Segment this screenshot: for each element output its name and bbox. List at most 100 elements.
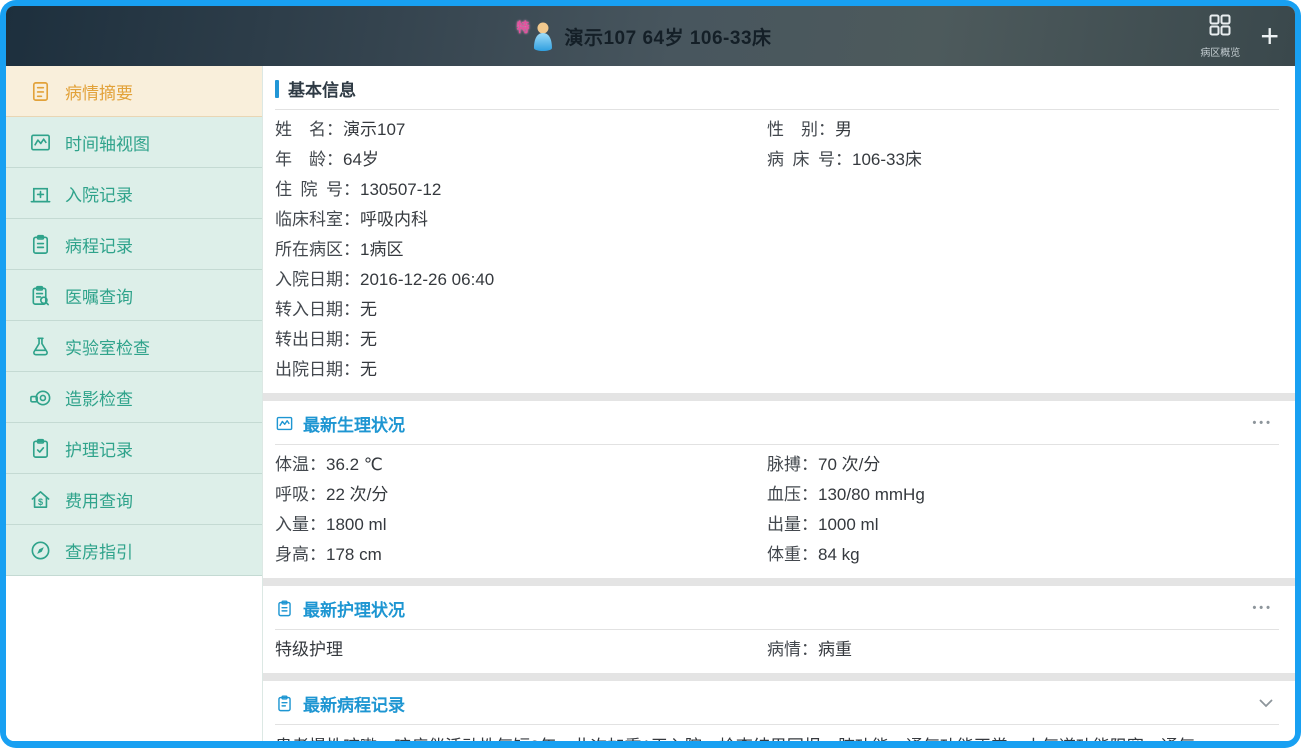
- field-value: 106-33床: [852, 150, 922, 169]
- sidebar-item-label: 医嘱查询: [65, 283, 133, 308]
- sidebar-item-rounds-guide[interactable]: 查房指引: [6, 525, 262, 576]
- clipboard-icon: [29, 233, 52, 256]
- nursing-header: 最新护理状况 •••: [275, 586, 1279, 630]
- field-row: 转出日期：无: [275, 325, 1279, 355]
- case-summary-icon: [29, 80, 52, 103]
- content-pane: 基本信息 姓 名：演示107 性 别：男 年 龄：64岁 病 床 号：106-3…: [263, 66, 1295, 741]
- course-record-header: 最新病程记录: [275, 681, 1279, 725]
- field-value: 1000 ml: [818, 515, 878, 534]
- field-label: 脉搏：: [767, 455, 818, 474]
- course-record-text: 患者慢性咳嗽、咳痰伴活动性气短8年，此次加重1天入院，检查结果回报：肺功能：通气…: [275, 725, 1279, 741]
- field-value: 130507-12: [360, 180, 441, 199]
- patient-avatar-icon: 特: [529, 21, 555, 51]
- sidebar-item-admission-record[interactable]: 入院记录: [6, 168, 262, 219]
- vitals-fields: 体温：36.2 ℃ 脉搏：70 次/分 呼吸：22 次/分 血压：130/80 …: [275, 445, 1279, 578]
- field-row: 呼吸：22 次/分 血压：130/80 mmHg: [275, 480, 1279, 510]
- hospital-icon: [29, 182, 52, 205]
- field-label: 所在病区：: [275, 240, 360, 259]
- field-label: 入量：: [275, 515, 326, 534]
- field-label: 年 龄：: [275, 150, 343, 169]
- field-row: 所在病区：1病区: [275, 235, 1279, 265]
- field-row: 姓 名：演示107 性 别：男: [275, 115, 1279, 145]
- field-row: 临床科室：呼吸内科: [275, 205, 1279, 235]
- field-label: 转出日期：: [275, 330, 360, 349]
- field-row: 年 龄：64岁 病 床 号：106-33床: [275, 145, 1279, 175]
- field-row: 入量：1800 ml 出量：1000 ml: [275, 510, 1279, 540]
- clipboard-search-icon: [29, 284, 52, 307]
- clipboard-check-icon: [29, 437, 52, 460]
- field-value: 84 kg: [818, 545, 860, 564]
- field-value: 36.2 ℃: [326, 455, 383, 474]
- section-title: 基本信息: [288, 76, 356, 101]
- field-label: 病 床 号：: [767, 150, 852, 169]
- field-value: 64岁: [343, 150, 379, 169]
- field-value: 178 cm: [326, 545, 382, 564]
- field-label: 姓 名：: [275, 120, 343, 139]
- vitals-more-button[interactable]: •••: [1252, 417, 1273, 429]
- sidebar-item-lab-tests[interactable]: 实验室检查: [6, 321, 262, 372]
- section-title: 最新生理状况: [303, 411, 405, 436]
- section-title: 最新护理状况: [303, 596, 405, 621]
- sidebar-item-label: 病情摘要: [65, 79, 133, 104]
- field-row: 体温：36.2 ℃ 脉搏：70 次/分: [275, 450, 1279, 480]
- sidebar-item-fees-query[interactable]: $ 费用查询: [6, 474, 262, 525]
- section-divider: [263, 393, 1295, 401]
- sidebar-item-case-summary[interactable]: 病情摘要: [6, 66, 262, 117]
- fees-home-icon: $: [29, 488, 52, 511]
- field-label: 身高：: [275, 545, 326, 564]
- nursing-more-button[interactable]: •••: [1252, 602, 1273, 614]
- compass-icon: [29, 539, 52, 562]
- blue-accent-bar: [275, 80, 279, 98]
- ellipsis-icon: •••: [1252, 602, 1273, 614]
- course-expand-button[interactable]: [1259, 693, 1273, 713]
- section-divider: [263, 673, 1295, 681]
- field-value: 无: [360, 360, 377, 379]
- field-label: 出院日期：: [275, 360, 360, 379]
- sidebar-item-label: 实验室检查: [65, 334, 150, 359]
- basic-info-fields: 姓 名：演示107 性 别：男 年 龄：64岁 病 床 号：106-33床 住 …: [275, 110, 1279, 393]
- field-value: 病重: [818, 640, 852, 659]
- nursing-fields: 特级护理 病情：病重: [275, 630, 1279, 673]
- field-row: 入院日期：2016-12-26 06:40: [275, 265, 1279, 295]
- timeline-chart-icon: [29, 131, 52, 154]
- field-label: 体重：: [767, 545, 818, 564]
- sidebar-nav: 病情摘要 时间轴视图 入院记录: [6, 66, 263, 741]
- section-divider: [263, 578, 1295, 586]
- sidebar-item-label: 造影检查: [65, 385, 133, 410]
- add-button[interactable]: +: [1260, 20, 1279, 52]
- field-label: 性 别：: [767, 120, 835, 139]
- sidebar-item-label: 时间轴视图: [65, 130, 150, 155]
- sidebar-item-label: 费用查询: [65, 487, 133, 512]
- field-value: 22 次/分: [326, 485, 388, 504]
- field-label: 病情：: [767, 640, 818, 659]
- chevron-down-icon: [1259, 693, 1273, 712]
- ward-overview-button[interactable]: 病区概览: [1200, 13, 1240, 59]
- plus-icon: +: [1260, 18, 1279, 54]
- patient-header[interactable]: 特 演示107 64岁 106-33床: [529, 6, 771, 66]
- field-value: 130/80 mmHg: [818, 485, 925, 504]
- vitals-chart-icon: [275, 414, 294, 433]
- emr-app: 特 演示107 64岁 106-33床: [6, 6, 1295, 741]
- course-clipboard-icon: [275, 694, 294, 713]
- field-label: 体温：: [275, 455, 326, 474]
- sidebar-item-orders-query[interactable]: 医嘱查询: [6, 270, 262, 321]
- vitals-header: 最新生理状况 •••: [275, 401, 1279, 445]
- basic-info-header: 基本信息: [275, 66, 1279, 110]
- sidebar-item-nursing-record[interactable]: 护理记录: [6, 423, 262, 474]
- sidebar-item-imaging-exam[interactable]: 造影检查: [6, 372, 262, 423]
- field-label: 转入日期：: [275, 300, 360, 319]
- field-label: 住 院 号：: [275, 180, 360, 199]
- sidebar-item-course-record[interactable]: 病程记录: [6, 219, 262, 270]
- field-value: 无: [360, 330, 377, 349]
- field-value: 70 次/分: [818, 455, 880, 474]
- field-row: 住 院 号：130507-12: [275, 175, 1279, 205]
- field-row: 转入日期：无: [275, 295, 1279, 325]
- field-value: 1病区: [360, 240, 403, 259]
- nursing-clipboard-icon: [275, 599, 294, 618]
- sidebar-item-label: 查房指引: [65, 538, 133, 563]
- sidebar-item-timeline-view[interactable]: 时间轴视图: [6, 117, 262, 168]
- field-label: 入院日期：: [275, 270, 360, 289]
- field-value: 无: [360, 300, 377, 319]
- imaging-scan-icon: [29, 386, 52, 409]
- top-bar: 特 演示107 64岁 106-33床: [6, 6, 1295, 66]
